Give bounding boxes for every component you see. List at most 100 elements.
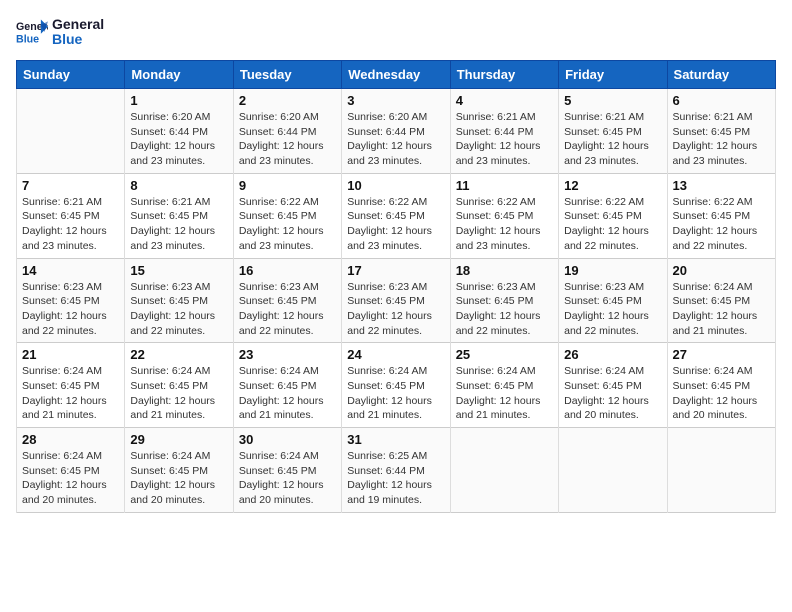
day-info: Sunrise: 6:25 AMSunset: 6:44 PMDaylight:… (347, 449, 444, 508)
day-number: 6 (673, 93, 770, 108)
header-cell-tuesday: Tuesday (233, 61, 341, 89)
week-row-1: 7 Sunrise: 6:21 AMSunset: 6:45 PMDaylight… (17, 173, 776, 258)
calendar-cell: 5Sunrise: 6:21 AMSunset: 6:45 PMDaylight… (559, 89, 667, 174)
day-number: 7 (22, 178, 119, 193)
day-number: 8 (130, 178, 227, 193)
calendar-cell: 30Sunrise: 6:24 AMSunset: 6:45 PMDayligh… (233, 428, 341, 513)
day-info: Sunrise: 6:23 AMSunset: 6:45 PMDaylight:… (22, 280, 119, 339)
logo-line1: General (52, 17, 104, 32)
day-info: Sunrise: 6:22 AMSunset: 6:45 PMDaylight:… (239, 195, 336, 254)
day-number: 16 (239, 263, 336, 278)
day-info: Sunrise: 6:22 AMSunset: 6:45 PMDaylight:… (347, 195, 444, 254)
calendar-cell: 9 Sunrise: 6:22 AMSunset: 6:45 PMDaylight… (233, 173, 341, 258)
day-info: Sunrise: 6:24 AMSunset: 6:45 PMDaylight:… (130, 364, 227, 423)
day-info: Sunrise: 6:24 AMSunset: 6:45 PMDaylight:… (564, 364, 661, 423)
header-cell-friday: Friday (559, 61, 667, 89)
calendar-cell: 15Sunrise: 6:23 AMSunset: 6:45 PMDayligh… (125, 258, 233, 343)
day-info: Sunrise: 6:22 AMSunset: 6:45 PMDaylight:… (456, 195, 553, 254)
calendar-cell: 27Sunrise: 6:24 AMSunset: 6:45 PMDayligh… (667, 343, 775, 428)
day-info: Sunrise: 6:21 AMSunset: 6:45 PMDaylight:… (673, 110, 770, 169)
calendar-cell (450, 428, 558, 513)
calendar-cell: 3 Sunrise: 6:20 AMSunset: 6:44 PMDaylight… (342, 89, 450, 174)
day-info: Sunrise: 6:22 AMSunset: 6:45 PMDaylight:… (673, 195, 770, 254)
calendar-cell (559, 428, 667, 513)
day-number: 19 (564, 263, 661, 278)
header-cell-saturday: Saturday (667, 61, 775, 89)
day-info: Sunrise: 6:23 AMSunset: 6:45 PMDaylight:… (347, 280, 444, 339)
day-info: Sunrise: 6:21 AMSunset: 6:45 PMDaylight:… (22, 195, 119, 254)
calendar-table: SundayMondayTuesdayWednesdayThursdayFrid… (16, 60, 776, 513)
day-number: 11 (456, 178, 553, 193)
calendar-cell: 4Sunrise: 6:21 AMSunset: 6:44 PMDaylight… (450, 89, 558, 174)
calendar-cell: 25Sunrise: 6:24 AMSunset: 6:45 PMDayligh… (450, 343, 558, 428)
day-info: Sunrise: 6:21 AMSunset: 6:45 PMDaylight:… (564, 110, 661, 169)
day-info: Sunrise: 6:24 AMSunset: 6:45 PMDaylight:… (456, 364, 553, 423)
day-info: Sunrise: 6:21 AMSunset: 6:45 PMDaylight:… (130, 195, 227, 254)
day-number: 29 (130, 432, 227, 447)
calendar-cell: 1 Sunrise: 6:20 AMSunset: 6:44 PMDaylight… (125, 89, 233, 174)
day-info: Sunrise: 6:24 AMSunset: 6:45 PMDaylight:… (347, 364, 444, 423)
header-cell-wednesday: Wednesday (342, 61, 450, 89)
calendar-cell: 6 Sunrise: 6:21 AMSunset: 6:45 PMDaylight… (667, 89, 775, 174)
day-number: 22 (130, 347, 227, 362)
day-number: 1 (130, 93, 227, 108)
day-number: 20 (673, 263, 770, 278)
calendar-cell: 10 Sunrise: 6:22 AMSunset: 6:45 PMDayligh… (342, 173, 450, 258)
calendar-cell: 24 Sunrise: 6:24 AMSunset: 6:45 PMDayligh… (342, 343, 450, 428)
header-cell-monday: Monday (125, 61, 233, 89)
calendar-cell: 19 Sunrise: 6:23 AMSunset: 6:45 PMDayligh… (559, 258, 667, 343)
day-info: Sunrise: 6:24 AMSunset: 6:45 PMDaylight:… (239, 364, 336, 423)
calendar-cell: 14Sunrise: 6:23 AMSunset: 6:45 PMDayligh… (17, 258, 125, 343)
day-info: Sunrise: 6:20 AMSunset: 6:44 PMDaylight:… (347, 110, 444, 169)
day-info: Sunrise: 6:23 AMSunset: 6:45 PMDaylight:… (456, 280, 553, 339)
week-row-3: 21 Sunrise: 6:24 AMSunset: 6:45 PMDayligh… (17, 343, 776, 428)
day-number: 4 (456, 93, 553, 108)
day-number: 21 (22, 347, 119, 362)
day-info: Sunrise: 6:24 AMSunset: 6:45 PMDaylight:… (22, 449, 119, 508)
day-info: Sunrise: 6:23 AMSunset: 6:45 PMDaylight:… (564, 280, 661, 339)
week-row-0: 1 Sunrise: 6:20 AMSunset: 6:44 PMDaylight… (17, 89, 776, 174)
day-number: 26 (564, 347, 661, 362)
calendar-cell: 29 Sunrise: 6:24 AMSunset: 6:45 PMDayligh… (125, 428, 233, 513)
calendar-cell: 12 Sunrise: 6:22 AMSunset: 6:45 PMDayligh… (559, 173, 667, 258)
day-info: Sunrise: 6:24 AMSunset: 6:45 PMDaylight:… (130, 449, 227, 508)
calendar-cell: 20 Sunrise: 6:24 AMSunset: 6:45 PMDayligh… (667, 258, 775, 343)
calendar-cell: 2Sunrise: 6:20 AMSunset: 6:44 PMDaylight… (233, 89, 341, 174)
calendar-cell: 31Sunrise: 6:25 AMSunset: 6:44 PMDayligh… (342, 428, 450, 513)
week-row-4: 28 Sunrise: 6:24 AMSunset: 6:45 PMDayligh… (17, 428, 776, 513)
day-number: 15 (130, 263, 227, 278)
day-info: Sunrise: 6:22 AMSunset: 6:45 PMDaylight:… (564, 195, 661, 254)
day-number: 9 (239, 178, 336, 193)
day-number: 18 (456, 263, 553, 278)
day-info: Sunrise: 6:20 AMSunset: 6:44 PMDaylight:… (130, 110, 227, 169)
logo-icon: General Blue (16, 16, 48, 48)
header-cell-thursday: Thursday (450, 61, 558, 89)
day-number: 12 (564, 178, 661, 193)
day-info: Sunrise: 6:23 AMSunset: 6:45 PMDaylight:… (239, 280, 336, 339)
day-number: 28 (22, 432, 119, 447)
logo-line2: Blue (52, 32, 104, 47)
day-info: Sunrise: 6:24 AMSunset: 6:45 PMDaylight:… (239, 449, 336, 508)
day-info: Sunrise: 6:20 AMSunset: 6:44 PMDaylight:… (239, 110, 336, 169)
day-info: Sunrise: 6:24 AMSunset: 6:45 PMDaylight:… (22, 364, 119, 423)
calendar-cell: 21 Sunrise: 6:24 AMSunset: 6:45 PMDayligh… (17, 343, 125, 428)
calendar-cell: 7 Sunrise: 6:21 AMSunset: 6:45 PMDaylight… (17, 173, 125, 258)
day-number: 27 (673, 347, 770, 362)
header-row: SundayMondayTuesdayWednesdayThursdayFrid… (17, 61, 776, 89)
day-number: 10 (347, 178, 444, 193)
calendar-cell: 22 Sunrise: 6:24 AMSunset: 6:45 PMDayligh… (125, 343, 233, 428)
day-info: Sunrise: 6:24 AMSunset: 6:45 PMDaylight:… (673, 280, 770, 339)
calendar-cell (667, 428, 775, 513)
day-number: 3 (347, 93, 444, 108)
calendar-cell: 18 Sunrise: 6:23 AMSunset: 6:45 PMDayligh… (450, 258, 558, 343)
header-cell-sunday: Sunday (17, 61, 125, 89)
calendar-cell: 23 Sunrise: 6:24 AMSunset: 6:45 PMDayligh… (233, 343, 341, 428)
calendar-cell (17, 89, 125, 174)
calendar-cell: 17Sunrise: 6:23 AMSunset: 6:45 PMDayligh… (342, 258, 450, 343)
day-number: 23 (239, 347, 336, 362)
day-number: 24 (347, 347, 444, 362)
calendar-cell: 16 Sunrise: 6:23 AMSunset: 6:45 PMDayligh… (233, 258, 341, 343)
week-row-2: 14Sunrise: 6:23 AMSunset: 6:45 PMDayligh… (17, 258, 776, 343)
calendar-cell: 13Sunrise: 6:22 AMSunset: 6:45 PMDayligh… (667, 173, 775, 258)
logo: General Blue General Blue (16, 16, 104, 48)
